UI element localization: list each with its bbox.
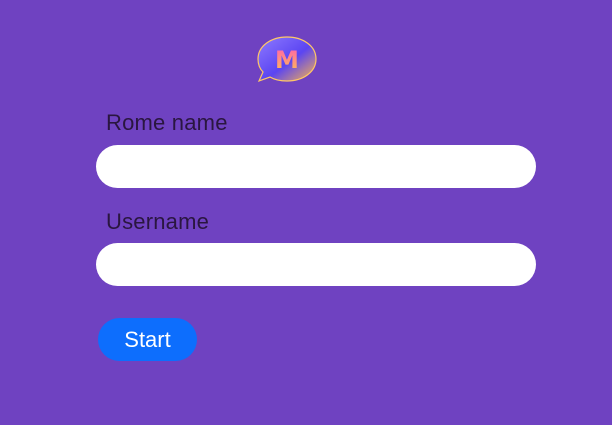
room-name-label: Rome name (106, 110, 228, 135)
username-label: Username (106, 209, 210, 234)
app-logo: M (254, 33, 320, 87)
start-button[interactable]: Start (98, 318, 197, 361)
logo-letter: M (275, 46, 299, 74)
room-name-input[interactable] (96, 145, 536, 188)
username-input[interactable] (96, 243, 536, 286)
chat-bubble-m-icon: M (257, 36, 317, 83)
